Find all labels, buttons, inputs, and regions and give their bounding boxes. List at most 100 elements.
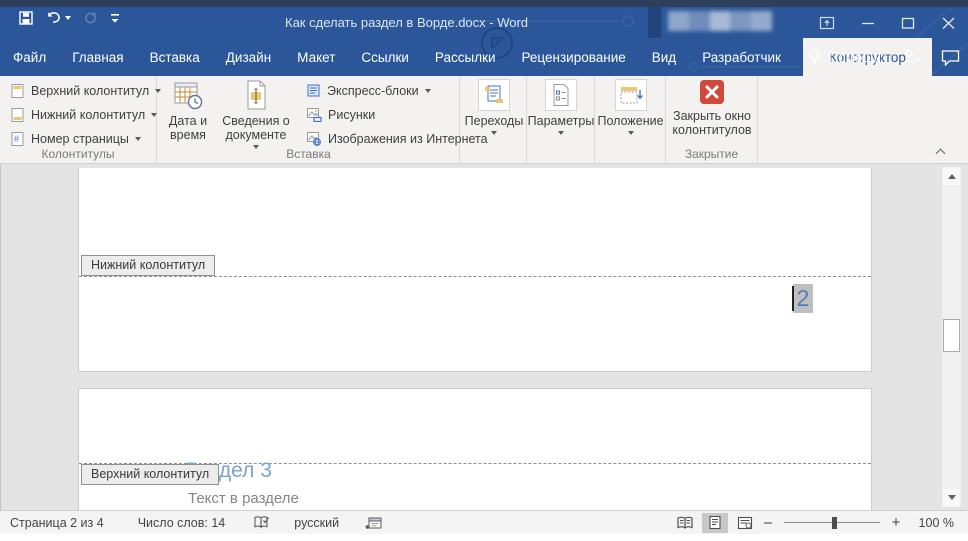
position-button[interactable]: Положение bbox=[595, 79, 666, 135]
window-controls bbox=[819, 7, 956, 38]
close-button[interactable] bbox=[941, 15, 956, 31]
proofing-book-icon bbox=[253, 515, 270, 530]
tab-insert[interactable]: Вставка bbox=[137, 38, 213, 76]
options-icon bbox=[545, 79, 577, 111]
header-icon bbox=[10, 83, 25, 99]
save-button[interactable] bbox=[18, 10, 34, 26]
page-number-field[interactable]: 2 bbox=[793, 284, 813, 313]
dropdown-caret-icon bbox=[558, 131, 564, 135]
navigation-button[interactable]: Переходы bbox=[461, 79, 527, 135]
document-workspace[interactable]: Нижний колонтитул 2 Раздел 3 Верхний кол… bbox=[0, 164, 968, 510]
footer-button[interactable]: Нижний колонтитул bbox=[4, 104, 167, 125]
helper-label: Помощн bbox=[828, 50, 881, 65]
word-count[interactable]: Число слов: 14 bbox=[128, 516, 236, 530]
redacted-account-name bbox=[668, 11, 772, 31]
tab-home[interactable]: Главная bbox=[59, 38, 136, 76]
tab-developer[interactable]: Разработчик bbox=[689, 38, 794, 76]
document-info-icon bbox=[243, 79, 269, 111]
header-button[interactable]: Верхний колонтитул bbox=[4, 80, 167, 101]
tab-view[interactable]: Вид bbox=[639, 38, 689, 76]
page-number-icon: # bbox=[10, 131, 25, 147]
text-cursor bbox=[792, 286, 794, 311]
tab-review[interactable]: Рецензирование bbox=[509, 38, 639, 76]
group-label: Вставка bbox=[158, 147, 459, 161]
arrow-down-icon bbox=[948, 495, 956, 500]
dropdown-caret-icon bbox=[491, 131, 497, 135]
tab-file[interactable]: Файл bbox=[0, 38, 59, 76]
close-header-footer-button[interactable]: Закрыть окно колонтитулов bbox=[666, 79, 758, 137]
tab-design[interactable]: Дизайн bbox=[213, 38, 284, 76]
online-pictures-icon bbox=[306, 131, 322, 146]
zoom-percentage[interactable]: 100 % bbox=[906, 516, 954, 530]
pictures-label: Рисунки bbox=[328, 108, 375, 122]
scroll-down-button[interactable] bbox=[943, 489, 960, 506]
zoom-in-button[interactable]: + bbox=[890, 514, 902, 531]
vertical-scrollbar[interactable] bbox=[941, 166, 962, 508]
page-2[interactable]: Раздел 3 Верхний колонтитул Текст в разд… bbox=[78, 388, 872, 510]
minimize-button[interactable] bbox=[861, 15, 875, 31]
language-indicator[interactable]: русский bbox=[284, 516, 349, 530]
lightbulb-icon bbox=[808, 48, 821, 66]
app-header: Как сделать раздел в Ворде.docx - Word bbox=[0, 7, 968, 76]
macro-recording-button[interactable] bbox=[355, 516, 392, 530]
group-label: Колонтитулы bbox=[0, 147, 156, 161]
group-headers-footers: Верхний колонтитул Нижний колонтитул # bbox=[0, 76, 157, 163]
tab-bar-right-cluster: Помощн bbox=[808, 38, 960, 76]
scrollbar-thumb[interactable] bbox=[943, 319, 960, 352]
page-indicator[interactable]: Страница 2 из 4 bbox=[0, 516, 114, 530]
proofing-status[interactable] bbox=[243, 515, 280, 530]
footer-tag: Нижний колонтитул bbox=[81, 255, 215, 276]
read-mode-icon bbox=[676, 516, 694, 530]
print-layout-icon bbox=[708, 515, 722, 530]
footer-boundary-line bbox=[79, 276, 871, 277]
comments-icon[interactable] bbox=[941, 49, 960, 66]
zoom-slider-thumb[interactable] bbox=[832, 517, 837, 529]
word-window: Как сделать раздел в Ворде.docx - Word bbox=[0, 0, 968, 541]
print-layout-button[interactable] bbox=[702, 513, 728, 533]
page-1[interactable]: Нижний колонтитул 2 bbox=[78, 168, 872, 372]
redo-icon bbox=[83, 11, 98, 25]
navigation-label: Переходы bbox=[465, 114, 524, 128]
quick-parts-icon bbox=[306, 83, 321, 98]
position-label: Положение bbox=[597, 114, 663, 128]
zoom-slider[interactable] bbox=[784, 516, 880, 530]
scroll-up-button[interactable] bbox=[943, 168, 960, 185]
group-position: Положение bbox=[595, 76, 666, 163]
web-layout-button[interactable] bbox=[732, 513, 758, 533]
ribbon-display-options-button[interactable] bbox=[819, 15, 835, 31]
arrow-up-icon bbox=[948, 174, 956, 179]
customize-qat-button[interactable] bbox=[110, 12, 120, 24]
page-number-button[interactable]: # Номер страницы bbox=[4, 128, 167, 149]
date-time-button[interactable]: Дата и время bbox=[162, 79, 214, 142]
share-person-icon[interactable] bbox=[901, 48, 921, 66]
tab-layout[interactable]: Макет bbox=[284, 38, 348, 76]
save-icon bbox=[18, 10, 34, 26]
section-body-text[interactable]: Текст в разделе bbox=[188, 490, 299, 507]
zoom-out-button[interactable]: – bbox=[762, 514, 774, 531]
maximize-button[interactable] bbox=[901, 15, 915, 31]
collapse-ribbon-button[interactable] bbox=[936, 147, 944, 155]
tell-me-helper[interactable]: Помощн bbox=[808, 48, 881, 66]
tab-references[interactable]: Ссылки bbox=[348, 38, 422, 76]
options-label: Параметры bbox=[528, 114, 595, 128]
group-navigation: Переходы bbox=[461, 76, 527, 163]
undo-caret-icon bbox=[65, 16, 71, 20]
close-header-footer-icon bbox=[699, 79, 725, 105]
undo-icon bbox=[46, 11, 63, 25]
date-time-icon bbox=[173, 79, 203, 111]
dropdown-caret-icon bbox=[151, 113, 157, 117]
redo-button[interactable] bbox=[83, 11, 98, 25]
undo-button[interactable] bbox=[46, 11, 71, 25]
group-options: Параметры bbox=[527, 76, 595, 163]
position-icon bbox=[615, 79, 647, 111]
options-button[interactable]: Параметры bbox=[527, 79, 595, 135]
dropdown-caret-icon bbox=[135, 137, 141, 141]
read-mode-button[interactable] bbox=[672, 513, 698, 533]
status-bar-right: – + 100 % bbox=[672, 513, 968, 533]
header-button-label: Верхний колонтитул bbox=[31, 84, 149, 98]
document-info-button[interactable]: Сведения о документе bbox=[216, 79, 296, 149]
pictures-icon bbox=[306, 107, 322, 122]
dropdown-caret-icon bbox=[425, 89, 431, 93]
tab-mailings[interactable]: Рассылки bbox=[422, 38, 509, 76]
footer-button-label: Нижний колонтитул bbox=[31, 108, 145, 122]
